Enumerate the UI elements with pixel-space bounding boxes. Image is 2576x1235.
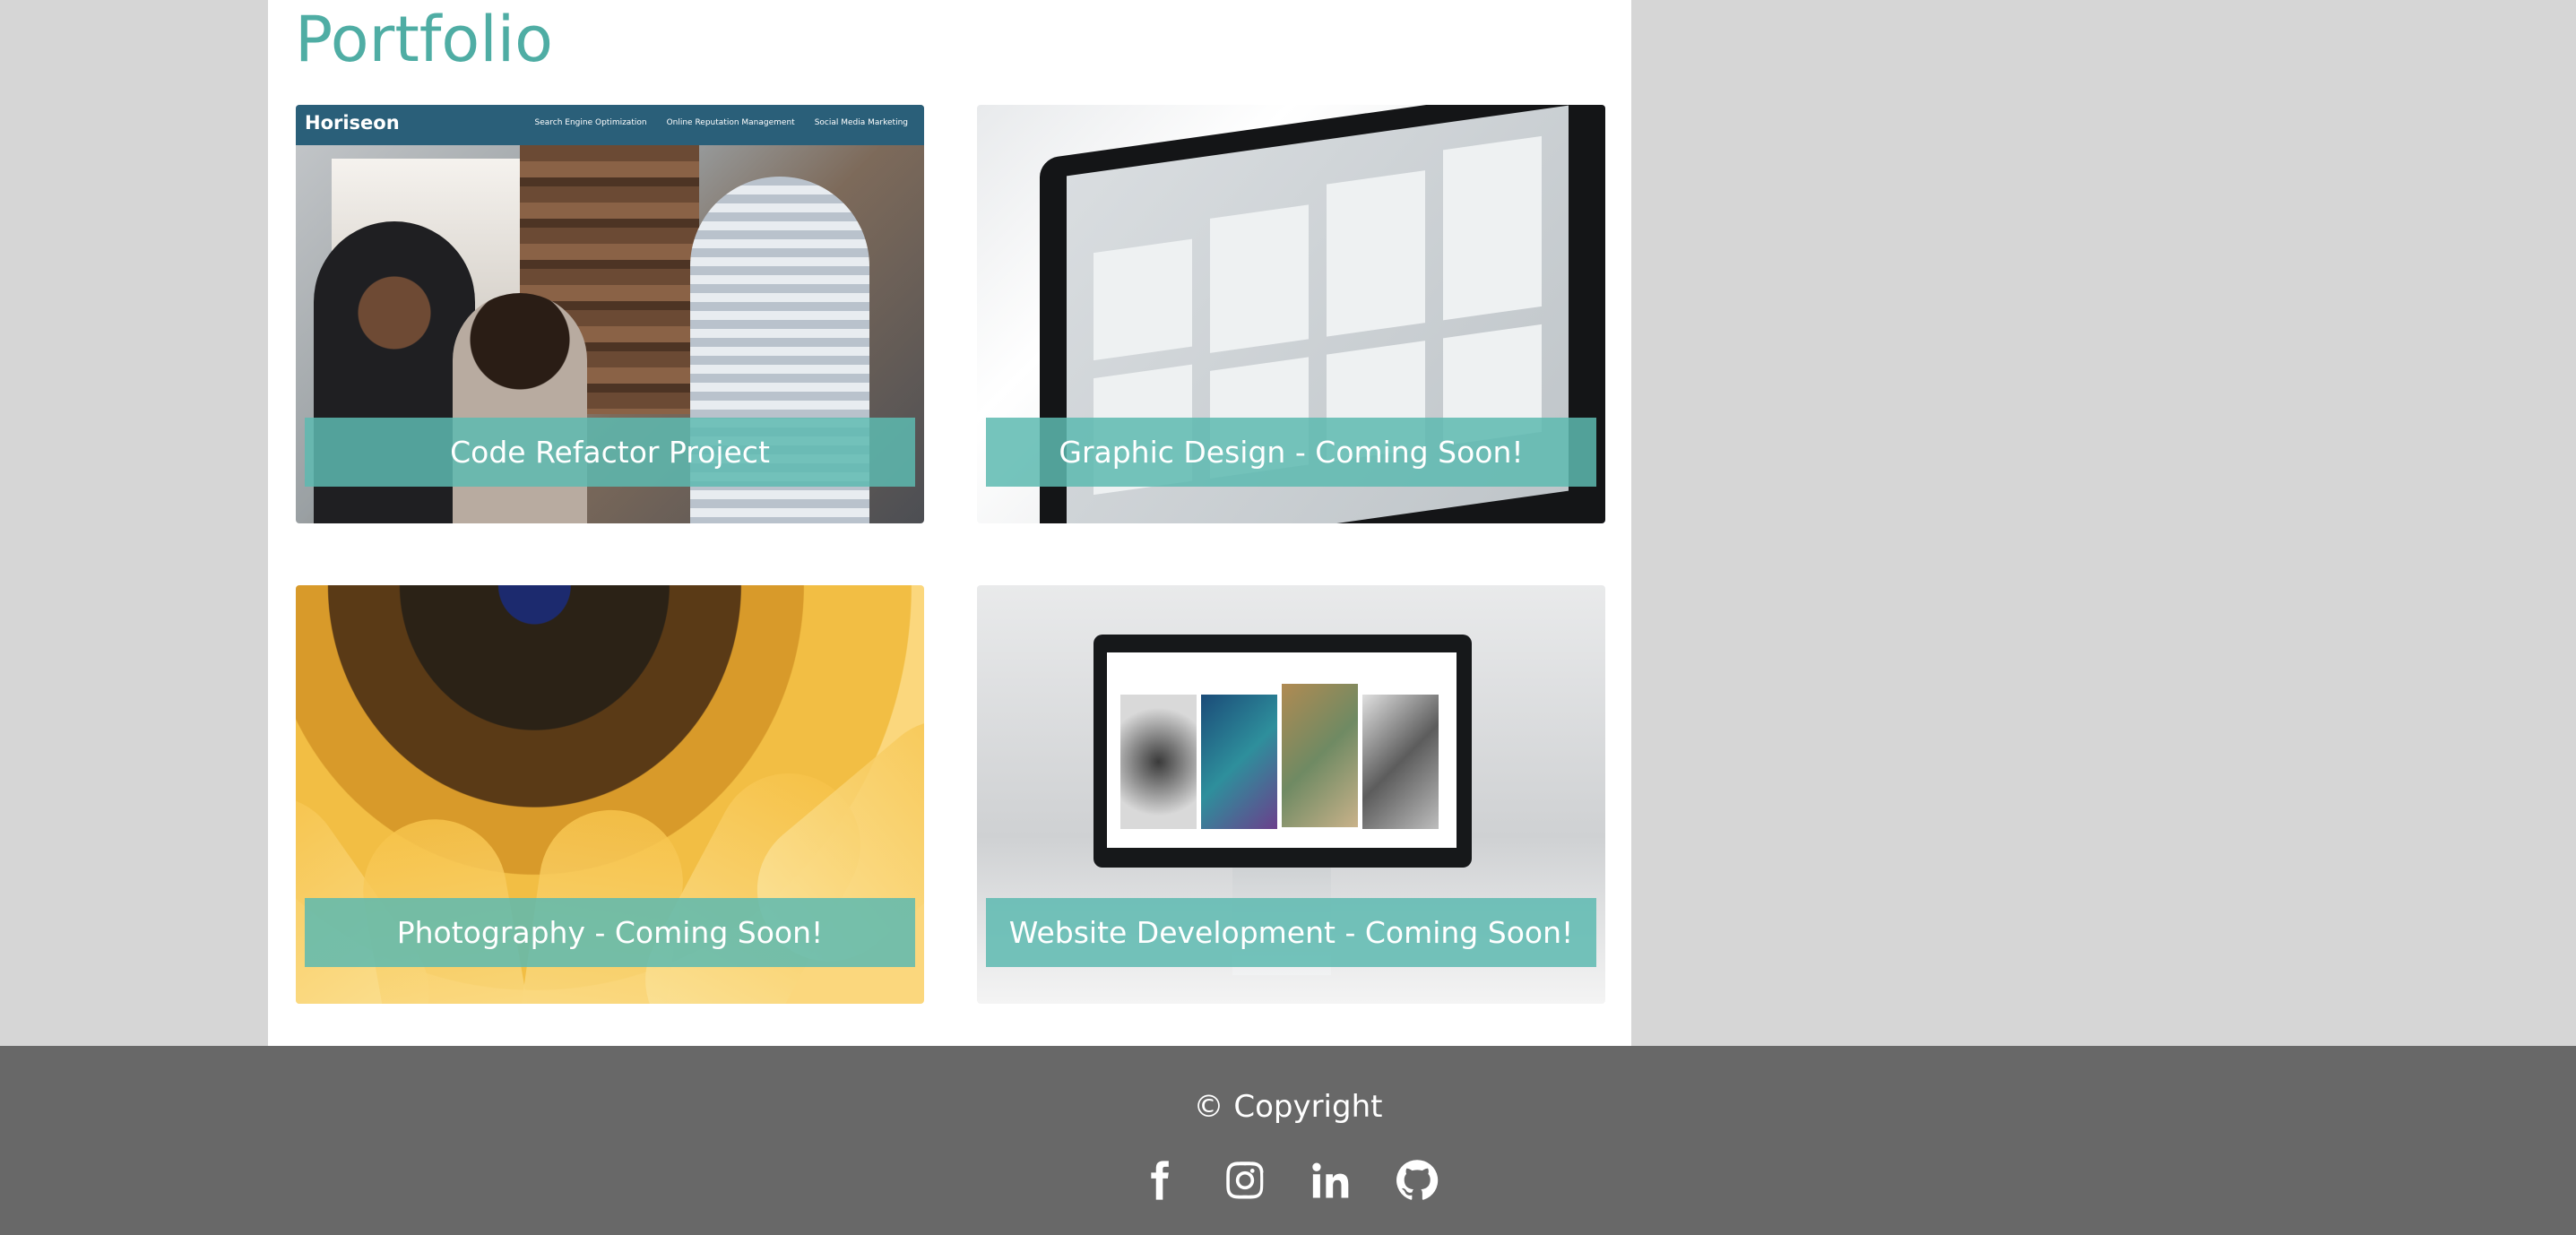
portfolio-card-graphic-design[interactable]: Graphic Design - Coming Soon!	[977, 105, 1605, 523]
preview-header: Horiseon Search Engine Optimization Onli…	[296, 105, 924, 145]
card-caption: Website Development - Coming Soon!	[986, 898, 1596, 967]
card-caption: Graphic Design - Coming Soon!	[986, 418, 1596, 487]
portfolio-card-website-development[interactable]: Website Development - Coming Soon!	[977, 585, 1605, 1004]
card-image-artwork	[1282, 684, 1358, 827]
instagram-icon[interactable]	[1222, 1157, 1268, 1204]
portfolio-card-code-refactor[interactable]: Horiseon Search Engine Optimization Onli…	[296, 105, 924, 523]
footer: © Copyright	[0, 1046, 2576, 1235]
card-image-artwork	[1201, 695, 1277, 829]
preview-nav: Search Engine Optimization Online Reputa…	[535, 118, 909, 127]
copyright-text: © Copyright	[1193, 1089, 1383, 1125]
preview-nav-item: Social Media Marketing	[814, 118, 908, 127]
preview-nav-item: Search Engine Optimization	[534, 118, 647, 127]
portfolio-card-photography[interactable]: Photography - Coming Soon!	[296, 585, 924, 1004]
social-links	[0, 1157, 2576, 1204]
page: Portfolio Horiseon Search Engine Optimiz…	[0, 0, 2576, 1235]
portfolio-section: Portfolio Horiseon Search Engine Optimiz…	[268, 0, 1631, 1046]
portfolio-title: Portfolio	[295, 3, 553, 76]
card-image-artwork	[1362, 695, 1439, 829]
card-caption: Photography - Coming Soon!	[305, 898, 915, 967]
preview-brand: Horiseon	[305, 112, 400, 134]
facebook-icon[interactable]	[1136, 1157, 1182, 1204]
preview-nav-item: Online Reputation Management	[666, 118, 795, 127]
card-image-artwork	[1120, 695, 1197, 829]
linkedin-icon[interactable]	[1308, 1157, 1354, 1204]
card-caption: Code Refactor Project	[305, 418, 915, 487]
card-image-person	[453, 293, 587, 523]
github-icon[interactable]	[1394, 1157, 1440, 1204]
